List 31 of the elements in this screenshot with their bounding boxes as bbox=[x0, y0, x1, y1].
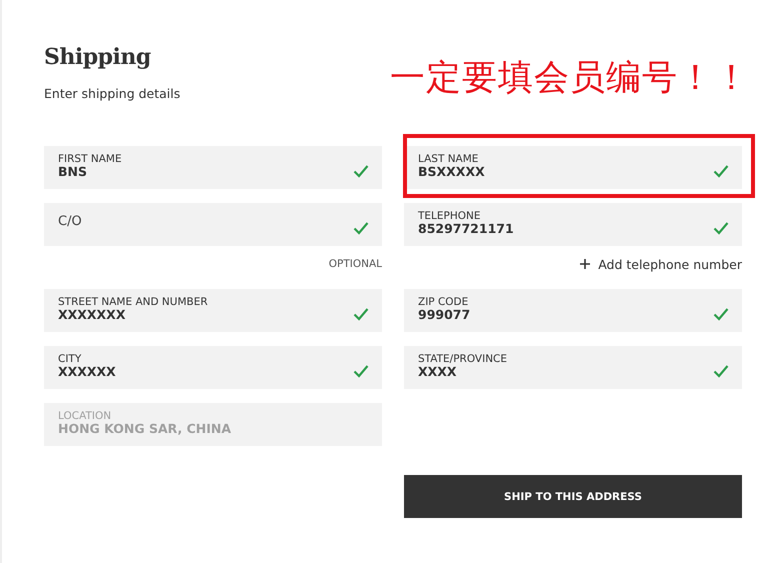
input-field[interactable]: C/O bbox=[44, 203, 382, 246]
add-telephone-link[interactable]: Add telephone number bbox=[580, 253, 742, 275]
field-label: ZIP CODE bbox=[418, 296, 470, 308]
field-label: STREET NAME AND NUMBER bbox=[58, 296, 209, 308]
input-field[interactable]: FIRST NAME BNS bbox=[44, 146, 382, 189]
input-field[interactable]: LAST NAME BSXXXXX bbox=[404, 146, 742, 189]
input-field[interactable]: STREET NAME AND NUMBER XXXXXXX bbox=[44, 289, 382, 332]
input-field[interactable]: STATE/PROVINCE XXXX bbox=[404, 346, 742, 389]
input-field[interactable]: ZIP CODE 999077 bbox=[404, 289, 742, 332]
input-field[interactable]: CITY XXXXXX bbox=[44, 346, 382, 389]
field-value: BSXXXXX bbox=[418, 165, 486, 179]
field-label: CITY bbox=[58, 353, 82, 365]
field-value: 85297721171 bbox=[418, 222, 515, 236]
field-label: TELEPHONE bbox=[418, 210, 482, 222]
field-value: 999077 bbox=[418, 308, 472, 322]
annotation-text: 一定要填会员编号！！ bbox=[390, 57, 750, 100]
optional-note: OPTIONAL bbox=[328, 257, 382, 272]
input-field[interactable]: TELEPHONE 85297721171 bbox=[404, 203, 742, 246]
page-subtitle: Enter shipping details bbox=[44, 86, 180, 101]
page-title: Shipping bbox=[44, 44, 152, 70]
field-label: FIRST NAME bbox=[58, 153, 123, 165]
ship-button[interactable]: SHIP TO THIS ADDRESS bbox=[404, 475, 742, 518]
field-value: XXXX bbox=[418, 365, 458, 379]
field-value: XXXXXXX bbox=[58, 308, 126, 322]
field-value: BNS bbox=[58, 165, 88, 179]
field-label: STATE/PROVINCE bbox=[418, 353, 508, 365]
plus-icon bbox=[580, 259, 590, 269]
field-value: HONG KONG SAR, CHINA bbox=[58, 422, 232, 436]
field-label: LAST NAME bbox=[418, 153, 480, 165]
field-label: LOCATION bbox=[58, 410, 112, 422]
field-value: XXXXXX bbox=[58, 365, 117, 379]
